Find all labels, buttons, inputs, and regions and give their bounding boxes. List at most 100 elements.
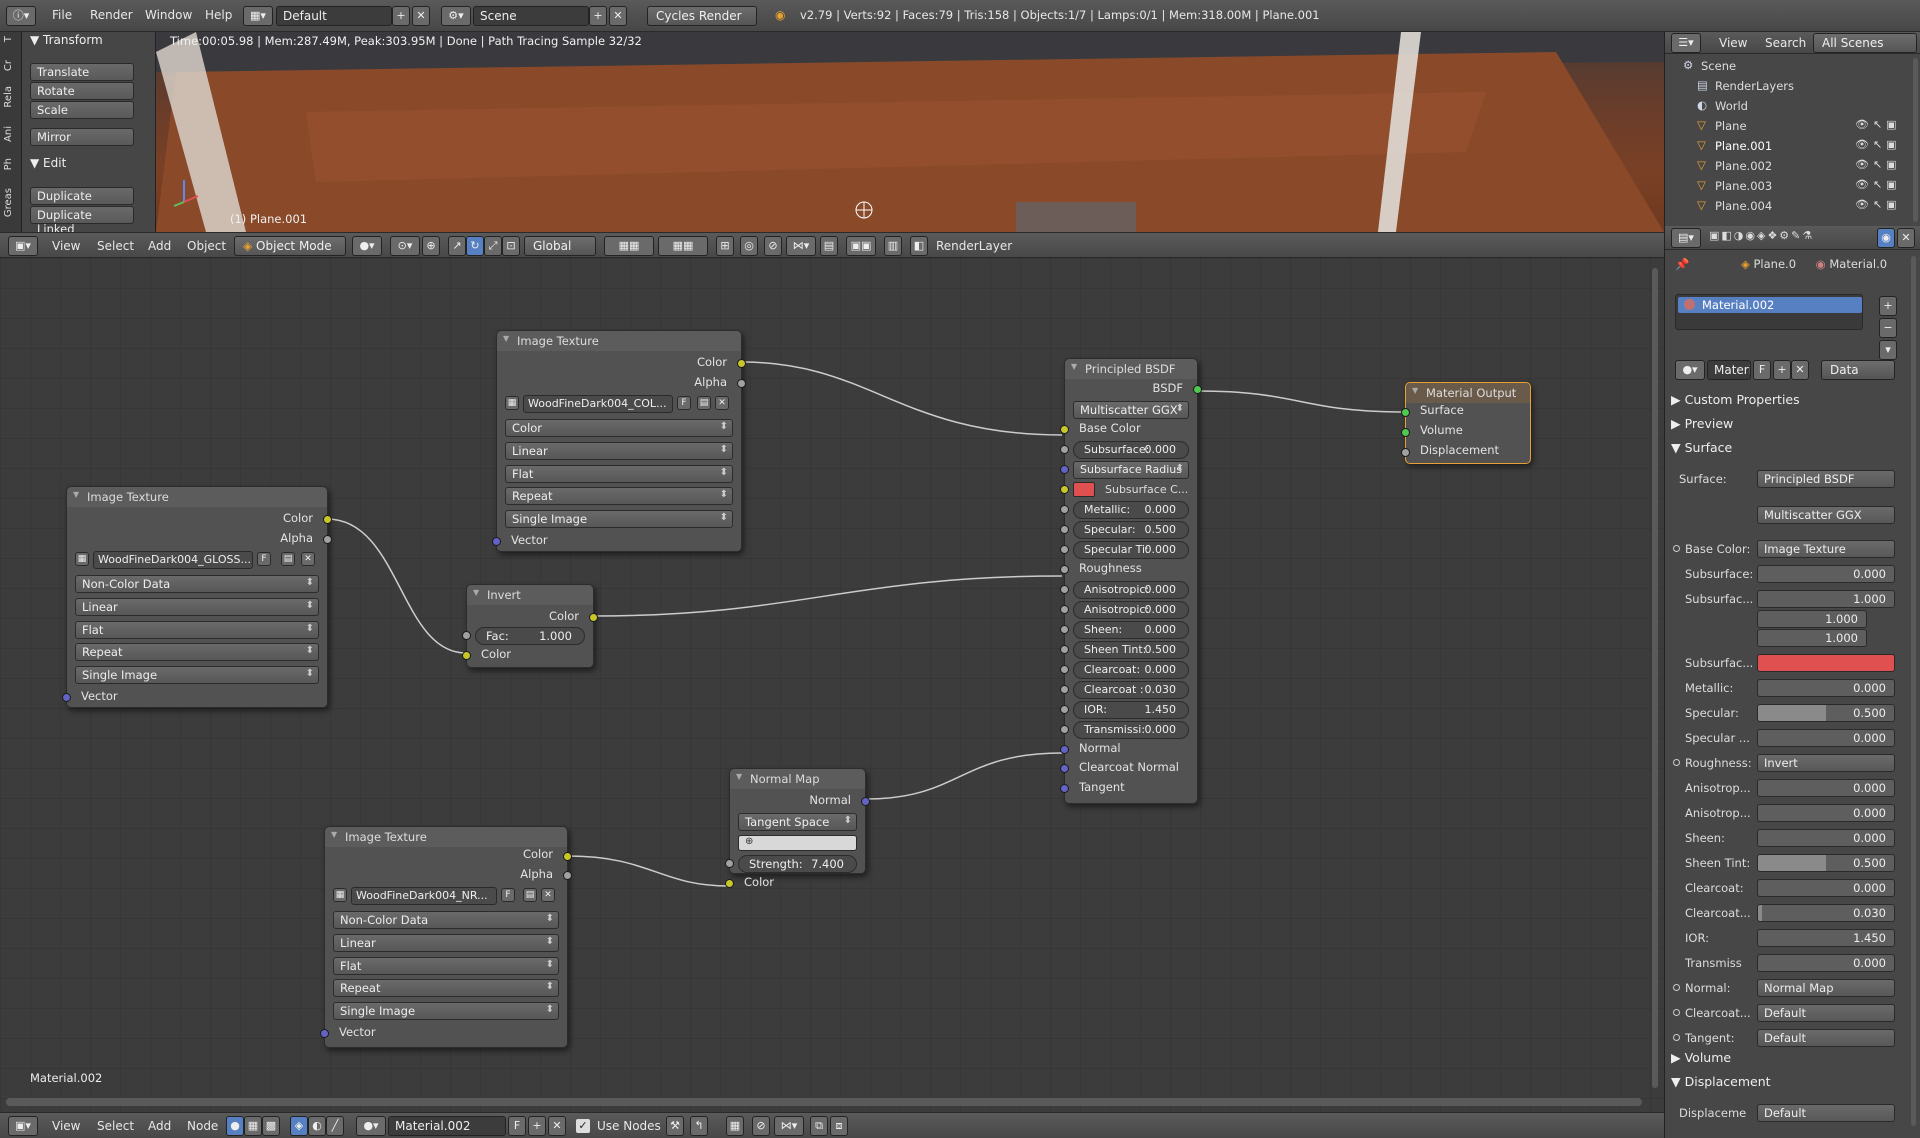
node-editor[interactable]: Image Texture Color Alpha ▦ WoodFineDark… — [0, 258, 1664, 1112]
input-socket-fac[interactable] — [462, 631, 471, 640]
color-swatch[interactable] — [1757, 654, 1895, 672]
outliner-item[interactable]: ▽ Plane.004 👁↖▣ — [1665, 196, 1909, 216]
visibility-toggle-icons[interactable]: 👁↖▣ — [1855, 138, 1901, 151]
strength-field[interactable]: Strength: 7.400 — [738, 855, 857, 873]
layout-remove-icon[interactable]: ✕ — [412, 6, 430, 26]
input-socket-base-color[interactable] — [1060, 425, 1069, 434]
link-socket-icon[interactable] — [1673, 1034, 1680, 1041]
output-socket-color[interactable] — [323, 515, 332, 524]
extension-dropdown[interactable]: Repeat — [333, 979, 559, 997]
image-browse-icon[interactable]: ▦ — [505, 396, 519, 410]
number-slider[interactable]: 0.500 — [1757, 854, 1895, 872]
translate-manip-icon[interactable]: ↗ — [448, 236, 466, 256]
outliner-menu-search[interactable]: Search — [1765, 36, 1806, 50]
input-socket[interactable] — [1060, 585, 1069, 594]
unlink-material-icon[interactable]: ✕ — [548, 1116, 566, 1136]
input-socket[interactable] — [1060, 485, 1069, 494]
fake-user-button[interactable]: F — [257, 552, 271, 566]
link-socket-icon[interactable] — [1673, 545, 1680, 552]
output-socket-color[interactable] — [589, 613, 598, 622]
ne-menu-select[interactable]: Select — [97, 1119, 134, 1133]
input-socket[interactable] — [1060, 705, 1069, 714]
interpolation-dropdown[interactable]: Linear — [505, 442, 733, 460]
copy-nodes-icon[interactable]: ⧉ — [810, 1116, 828, 1136]
number-slider[interactable]: 0.030 — [1757, 904, 1895, 922]
unlink-image-icon[interactable]: ✕ — [715, 396, 729, 410]
layers-icon[interactable]: ▦▦ — [604, 236, 654, 256]
input-socket[interactable] — [1060, 605, 1069, 614]
bsdf-field[interactable]: Sheen Tint: 0.500 — [1073, 641, 1189, 659]
paste-nodes-icon[interactable]: ⧈ — [830, 1116, 848, 1136]
output-socket-color[interactable] — [563, 852, 572, 861]
number-slider[interactable]: 0.000 — [1757, 729, 1895, 747]
material-tab-icon[interactable]: ◉ — [1877, 228, 1895, 248]
link-dropdown[interactable]: Image Texture — [1757, 540, 1895, 558]
link-socket-icon[interactable] — [1673, 1009, 1680, 1016]
output-socket-alpha[interactable] — [737, 379, 746, 388]
object-shader-icon[interactable]: ◈ — [290, 1116, 308, 1136]
input-socket-vector[interactable] — [62, 693, 71, 702]
duplicate-linked-button[interactable]: Duplicate Linked — [30, 206, 134, 236]
lock-icon[interactable]: ⊞ — [716, 236, 734, 256]
input-socket-surface[interactable] — [1401, 408, 1410, 417]
input-socket[interactable] — [1060, 625, 1069, 634]
shader-nodes-icon[interactable]: ● — [226, 1116, 244, 1136]
color-space-dropdown[interactable]: Non-Color Data — [333, 911, 559, 929]
section-preview[interactable]: ▶ Preview — [1671, 416, 1733, 431]
projection-dropdown[interactable]: Flat — [505, 465, 733, 483]
input-socket-color[interactable] — [462, 651, 471, 660]
projection-dropdown[interactable]: Flat — [75, 621, 319, 639]
interpolation-dropdown[interactable]: Linear — [333, 934, 559, 952]
linestyle-icon[interactable]: ╱ — [326, 1116, 344, 1136]
scale-manip-icon[interactable]: ⤢ — [484, 236, 502, 256]
new-material-icon[interactable]: + — [528, 1116, 546, 1136]
snap-toggle-icon[interactable]: ⊘ — [752, 1116, 770, 1136]
mirror-button[interactable]: Mirror — [30, 128, 134, 146]
input-socket[interactable] — [1060, 685, 1069, 694]
vp-menu-add[interactable]: Add — [148, 239, 171, 253]
bsdf-field[interactable]: Sheen: 0.000 — [1073, 621, 1189, 639]
texture-nodes-icon[interactable]: ▩ — [262, 1116, 280, 1136]
menu-file[interactable]: File — [52, 8, 72, 22]
display-mode-dropdown[interactable]: All Scenes — [1813, 33, 1917, 53]
image-name-field[interactable]: WoodFineDark004_GLOSS... — [93, 551, 253, 569]
image-name-field[interactable]: WoodFineDark004_NR... — [351, 887, 497, 905]
image-selector[interactable]: ▦ WoodFineDark004_GLOSS... F ▤ ✕ — [75, 551, 319, 569]
duplicate-button[interactable]: Duplicate — [30, 187, 134, 205]
source-dropdown[interactable]: Single Image — [75, 666, 319, 684]
input-socket[interactable] — [1060, 525, 1069, 534]
menu-render[interactable]: Render — [90, 8, 133, 22]
ogl-icon[interactable]: ▥ — [884, 236, 902, 256]
image-browse-icon[interactable]: ▦ — [333, 888, 347, 902]
material-name-field[interactable]: Materi — [1707, 360, 1751, 380]
input-socket[interactable] — [1060, 445, 1069, 454]
editor-type-icon[interactable]: ▤▾ — [1671, 228, 1701, 248]
node-image-texture-normal[interactable]: Image Texture Color Alpha ▦ WoodFineDark… — [320, 826, 572, 1048]
horizontal-scrollbar[interactable] — [6, 1098, 1642, 1106]
ne-menu-view[interactable]: View — [52, 1119, 80, 1133]
extension-dropdown[interactable]: Repeat — [75, 643, 319, 661]
link-dropdown[interactable]: Default — [1757, 1004, 1895, 1022]
vp-menu-select[interactable]: Select — [97, 239, 134, 253]
link-socket-icon[interactable] — [1673, 759, 1680, 766]
transform-panel-title[interactable]: ▼ Transform — [30, 33, 103, 47]
number-slider[interactable]: 0.000 — [1757, 779, 1895, 797]
link-dropdown[interactable]: Default — [1757, 1029, 1895, 1047]
edit-panel-title[interactable]: ▼ Edit — [30, 156, 66, 170]
source-dropdown[interactable]: Single Image — [333, 1002, 559, 1020]
input-socket-strength[interactable] — [725, 859, 734, 868]
output-socket-color[interactable] — [737, 359, 746, 368]
section-custom-properties[interactable]: ▶ Custom Properties — [1671, 392, 1800, 407]
displacement-dropdown[interactable]: Default — [1757, 1104, 1895, 1122]
backdrop-icon[interactable]: ⚒ — [666, 1116, 684, 1136]
section-displacement[interactable]: ▼ Displacement — [1671, 1074, 1771, 1089]
slot-menu-icon[interactable]: ▾ — [1879, 340, 1897, 360]
add-slot-icon[interactable]: + — [1879, 296, 1897, 316]
parent-node-icon[interactable]: ↰ — [690, 1116, 708, 1136]
number-slider[interactable]: 0.000 — [1757, 879, 1895, 897]
layers2-icon[interactable]: ▦▦ — [658, 236, 708, 256]
3d-viewport[interactable]: Time:00:05.98 | Mem:287.49M, Peak:303.95… — [156, 32, 1664, 232]
snap-element-icon[interactable]: ⋈▾ — [774, 1116, 804, 1136]
scale-icon[interactable]: ⊡ — [502, 236, 520, 256]
fake-user-button[interactable]: F — [1753, 360, 1771, 380]
